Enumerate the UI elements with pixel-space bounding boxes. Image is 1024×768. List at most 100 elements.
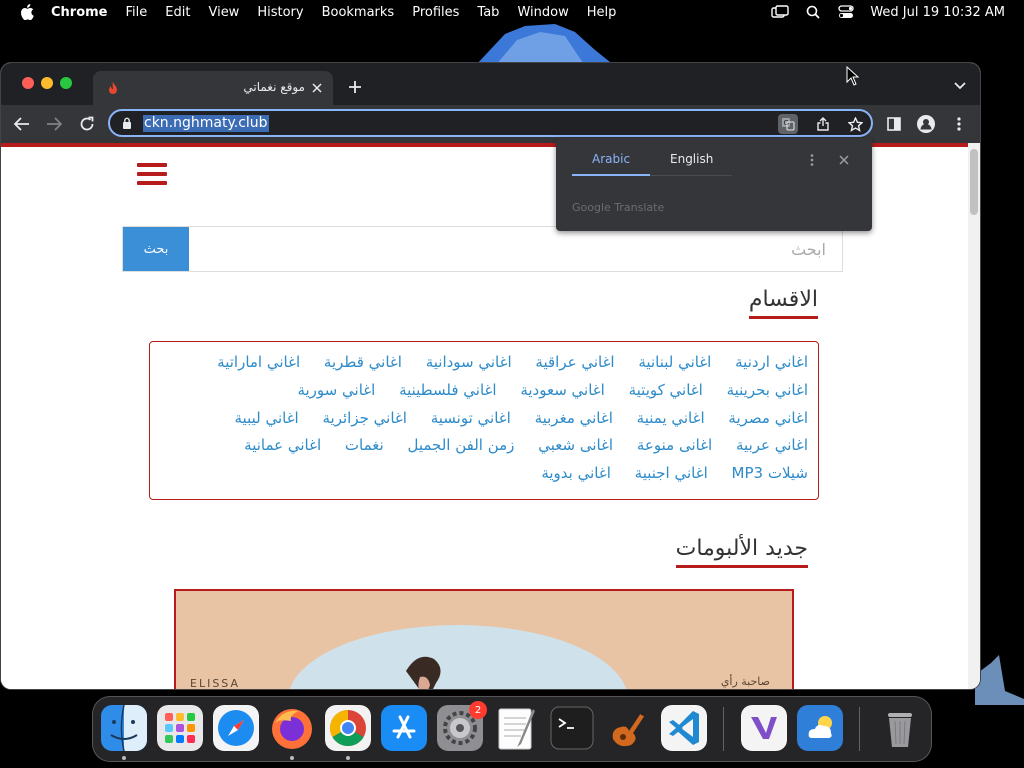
category-link[interactable]: نغمات bbox=[345, 436, 384, 454]
dock-app-store-icon[interactable] bbox=[381, 705, 427, 751]
share-icon[interactable] bbox=[813, 114, 833, 134]
category-link[interactable]: اغاني بحرينية bbox=[727, 381, 808, 399]
menu-clock[interactable]: Wed Jul 19 10:32 AM bbox=[870, 5, 1005, 20]
dock-trash-icon[interactable] bbox=[877, 705, 923, 751]
translate-active-underline bbox=[572, 174, 650, 176]
menu-profiles[interactable]: Profiles bbox=[412, 5, 459, 20]
dock-terminal-icon[interactable] bbox=[549, 705, 595, 751]
menu-view[interactable]: View bbox=[208, 5, 239, 20]
menu-history[interactable]: History bbox=[257, 5, 303, 20]
menu-tab[interactable]: Tab bbox=[477, 5, 499, 20]
category-link[interactable]: اغاني سورية bbox=[297, 381, 375, 399]
page-scrollbar[interactable] bbox=[968, 143, 980, 689]
categories-box: اغاني اردنية اغاني لبنانية اغاني عراقية … bbox=[149, 341, 819, 500]
dock-launchpad-icon[interactable] bbox=[157, 705, 203, 751]
url-text[interactable]: ckn.nghmaty.club bbox=[143, 115, 269, 132]
fullscreen-window-button[interactable] bbox=[60, 77, 72, 89]
category-link[interactable]: اغاني يمنية bbox=[637, 409, 705, 427]
category-link[interactable]: اغاني مغربية bbox=[535, 409, 613, 427]
dock-vscode-icon[interactable] bbox=[661, 705, 707, 751]
address-bar[interactable]: ckn.nghmaty.club G bbox=[108, 109, 873, 137]
close-window-button[interactable] bbox=[22, 77, 34, 89]
translate-page-icon[interactable]: G bbox=[778, 114, 798, 134]
translate-tab-arabic[interactable]: Arabic bbox=[592, 152, 630, 166]
category-link[interactable]: اغاني عمانية bbox=[244, 436, 321, 454]
browser-tab[interactable]: موقع نغماتي bbox=[93, 71, 333, 105]
dock-garageband-icon[interactable] bbox=[605, 705, 651, 751]
category-link[interactable]: اغاني سعودية bbox=[520, 381, 604, 399]
menu-bar: Chrome File Edit View History Bookmarks … bbox=[0, 0, 1024, 24]
new-tab-button[interactable] bbox=[345, 77, 365, 97]
dock-running-indicator bbox=[346, 756, 350, 760]
category-link[interactable]: اغاني تونسية bbox=[431, 409, 511, 427]
dock-visual-studio-icon[interactable] bbox=[741, 705, 787, 751]
categories-heading: الاقسام bbox=[748, 287, 818, 319]
category-link[interactable]: اغاني عراقية bbox=[535, 353, 614, 371]
back-button[interactable] bbox=[12, 114, 32, 134]
menu-edit[interactable]: Edit bbox=[165, 5, 190, 20]
menu-help[interactable]: Help bbox=[587, 5, 617, 20]
close-tab-icon[interactable] bbox=[309, 80, 325, 96]
site-search-form: بحث bbox=[122, 226, 843, 272]
scrollbar-thumb[interactable] bbox=[970, 149, 978, 215]
dock-firefox-icon[interactable] bbox=[269, 705, 315, 751]
profile-avatar-icon[interactable] bbox=[916, 114, 936, 134]
mouse-cursor-icon bbox=[846, 66, 860, 86]
dock-safari-icon[interactable] bbox=[213, 705, 259, 751]
chrome-menu-icon[interactable] bbox=[949, 114, 969, 134]
translate-popup: Arabic English Google Translate bbox=[556, 138, 872, 231]
category-link[interactable]: اغاني فلسطينية bbox=[399, 381, 496, 399]
spotlight-search-icon[interactable] bbox=[804, 4, 822, 20]
search-button[interactable]: بحث bbox=[123, 227, 189, 271]
apple-menu-icon[interactable] bbox=[17, 2, 37, 22]
category-link[interactable]: اغانى منوعة bbox=[637, 436, 712, 454]
system-settings-badge: 2 bbox=[469, 701, 487, 719]
tab-search-chevron-icon[interactable] bbox=[952, 78, 968, 94]
category-link[interactable]: اغاني اجنبية bbox=[635, 464, 708, 482]
reload-button[interactable] bbox=[77, 114, 97, 134]
wallpaper-shape-top bbox=[475, 24, 615, 66]
menu-window[interactable]: Window bbox=[517, 5, 568, 20]
category-link[interactable]: اغاني قطرية bbox=[324, 353, 402, 371]
category-link[interactable]: زمن الفن الجميل bbox=[407, 436, 514, 454]
control-center-icon[interactable] bbox=[837, 4, 855, 20]
category-link[interactable]: اغاني كويتية bbox=[629, 381, 703, 399]
menu-file[interactable]: File bbox=[126, 5, 148, 20]
dock-separator bbox=[723, 707, 724, 751]
category-link[interactable]: اغاني لبنانية bbox=[638, 353, 711, 371]
bookmark-star-icon[interactable] bbox=[845, 114, 865, 134]
album-cover-card[interactable]: ELISSA صاحبة رأي bbox=[174, 589, 794, 689]
lock-icon[interactable] bbox=[120, 116, 134, 130]
category-link[interactable]: اغاني جزائرية bbox=[323, 409, 407, 427]
search-input[interactable] bbox=[189, 227, 842, 271]
translate-tab-english[interactable]: English bbox=[670, 152, 713, 166]
menu-app-name[interactable]: Chrome bbox=[51, 5, 108, 20]
category-link[interactable]: شيلات MP3 bbox=[732, 464, 808, 482]
dock-finder-icon[interactable] bbox=[101, 705, 147, 751]
category-link[interactable]: اغاني عربية bbox=[736, 436, 808, 454]
side-panel-icon[interactable] bbox=[884, 114, 904, 134]
category-link[interactable]: اغاني بدوية bbox=[541, 464, 611, 482]
google-translate-brand: Google Translate bbox=[572, 201, 665, 214]
category-row-2: اغاني بحرينية اغاني كويتية اغاني سعودية … bbox=[297, 381, 808, 399]
dock-weather-icon[interactable] bbox=[797, 705, 843, 751]
dock-textedit-icon[interactable] bbox=[493, 705, 539, 751]
dock-separator bbox=[859, 707, 860, 751]
forward-button[interactable] bbox=[44, 114, 64, 134]
dock-chrome-icon[interactable] bbox=[325, 705, 371, 751]
category-link[interactable]: اغاني ليبية bbox=[235, 409, 299, 427]
translate-close-icon[interactable] bbox=[836, 152, 852, 168]
category-link[interactable]: اغاني اماراتية bbox=[217, 353, 300, 371]
category-link[interactable]: اغاني سودانية bbox=[426, 353, 512, 371]
menu-bookmarks[interactable]: Bookmarks bbox=[322, 5, 395, 20]
translate-options-icon[interactable] bbox=[804, 152, 820, 168]
dock-running-indicator bbox=[122, 756, 126, 760]
category-link[interactable]: اغاني مصرية bbox=[728, 409, 808, 427]
dock: 2 bbox=[92, 696, 932, 762]
screen-mirroring-icon[interactable] bbox=[771, 4, 790, 20]
album-cover-title-text: صاحبة رأي bbox=[720, 675, 770, 688]
category-link[interactable]: اغانى شعبي bbox=[538, 436, 613, 454]
minimize-window-button[interactable] bbox=[41, 77, 53, 89]
hamburger-menu-icon[interactable] bbox=[137, 163, 169, 187]
category-link[interactable]: اغاني اردنية bbox=[735, 353, 808, 371]
